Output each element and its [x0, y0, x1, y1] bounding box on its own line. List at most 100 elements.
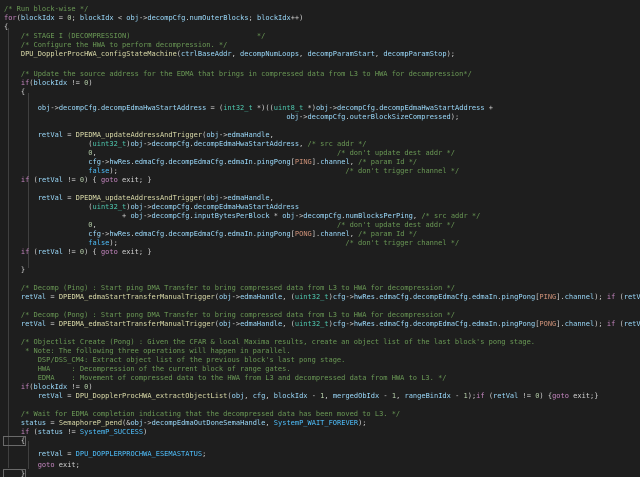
code-token: cfg: [88, 230, 101, 238]
code-token: =: [54, 14, 68, 22]
code-line[interactable]: if (status != SystemP_SUCCESS): [4, 428, 640, 437]
code-line[interactable]: HWA : Decompression of the current block…: [4, 365, 640, 374]
code-token: blockIdx: [33, 79, 68, 87]
code-line[interactable]: [4, 401, 640, 410]
code-token: obj: [315, 104, 329, 112]
code-token: );: [450, 113, 460, 121]
code-token: outerBlockSizeCompressed: [349, 113, 451, 121]
code-line[interactable]: goto exit;: [4, 461, 640, 470]
code-line[interactable]: }: [4, 266, 640, 275]
code-token: decompEdmaOutDoneSemaHandle: [151, 419, 266, 427]
code-token: =: [46, 293, 59, 301]
code-line[interactable]: /* STAGE I (DECOMPRESSION) */: [4, 32, 640, 41]
code-line[interactable]: DPU_DopplerProcHWA_configStateMachine(ct…: [4, 50, 640, 59]
code-token: uint32_t: [294, 293, 329, 301]
code-token: channel: [564, 293, 595, 301]
code-line[interactable]: retVal = DPEDMA_updateAddressAndTrigger(…: [4, 131, 640, 140]
code-line[interactable]: }: [2, 469, 640, 477]
code-token: decompCfg: [151, 212, 190, 220]
code-line[interactable]: {: [2, 436, 640, 446]
code-line[interactable]: [4, 329, 640, 338]
code-line[interactable]: {: [4, 23, 640, 32]
code-token: ->: [345, 293, 354, 301]
code-line[interactable]: if(blockIdx != 0): [4, 79, 640, 88]
code-token: (: [29, 176, 38, 184]
code-line[interactable]: retVal = DPEDMA_edmaStartTransferManualT…: [4, 293, 640, 302]
code-line[interactable]: /* Decomp (Pong) : Start pong DMA Transf…: [4, 311, 640, 320]
code-token: exit; }: [117, 176, 152, 184]
code-line[interactable]: /* Objectlist Create (Pong) : Given the …: [4, 338, 640, 347]
code-line[interactable]: obj->decompCfg.outerBlockSizeCompressed)…: [4, 113, 640, 122]
code-line[interactable]: if(blockIdx != 0): [4, 383, 640, 392]
code-token: retVal: [37, 248, 64, 256]
code-token: ): [88, 383, 93, 391]
code-token: ].: [556, 320, 565, 328]
code-line[interactable]: /* Configure the HWA to perform decompre…: [4, 41, 640, 50]
code-line[interactable]: status = SemaphoreP_pend(&obj->decompEdm…: [4, 419, 640, 428]
code-token: SemaphoreP_pend: [58, 419, 123, 427]
code-line[interactable]: (uint32_t)obj->decompCfg.decompEdmaHwaSt…: [4, 203, 640, 212]
code-token: pingPong: [256, 230, 291, 238]
code-token: ctrlBaseAddr: [181, 50, 232, 58]
code-line[interactable]: {: [4, 88, 640, 97]
code-token: ->: [50, 104, 59, 112]
code-line[interactable]: retVal = DPU_DOPPLERPROCHWA_ESEMASTATUS;: [4, 450, 640, 459]
code-line[interactable]: [4, 122, 640, 131]
code-editor[interactable]: /* Run block-wise */for(blockIdx = 0; bl…: [0, 0, 640, 477]
code-line[interactable]: * Note: The following three operations w…: [4, 347, 640, 356]
code-token: DPEDMA_edmaStartTransferManualTrigger: [58, 320, 215, 328]
code-token: int32_t: [223, 104, 253, 112]
code-line[interactable]: [4, 59, 640, 68]
code-line[interactable]: /* Wait for EDMA completion indicating t…: [4, 410, 640, 419]
code-line[interactable]: /* Run block-wise */: [4, 5, 640, 14]
code-token: HWA : Decompression of the current block…: [4, 365, 291, 373]
code-line[interactable]: retVal = DPEDMA_updateAddressAndTrigger(…: [4, 194, 640, 203]
code-token: +: [4, 212, 131, 220]
code-token: edmaCfg: [379, 320, 409, 328]
code-line[interactable]: for(blockIdx = 0; blockIdx < obj->decomp…: [4, 14, 640, 23]
code-token: =: [63, 392, 76, 400]
code-line[interactable]: 0, /* don't update dest addr */: [4, 221, 640, 230]
code-token: DSP/DSS_CM4: Extract object list of the …: [4, 356, 346, 364]
code-token: obj: [231, 392, 245, 400]
code-line[interactable]: cfg->hwRes.edmaCfg.decompEdmaCfg.edmaIn.…: [4, 230, 640, 239]
code-line[interactable]: /* Update the source address for the EDM…: [4, 70, 640, 79]
code-token: numOuterBlocks: [189, 14, 249, 22]
code-token: decompCfg: [151, 140, 190, 148]
code-line[interactable]: if (retVal != 0) { goto exit; }: [4, 248, 640, 257]
code-line[interactable]: (uint32_t)obj->decompCfg.decompEdmaHwaSt…: [4, 140, 640, 149]
code-token: goto: [552, 392, 569, 400]
code-token: edmaIn: [227, 230, 253, 238]
code-token: obj: [126, 14, 139, 22]
code-line[interactable]: [4, 185, 640, 194]
code-line[interactable]: EDMA : Movement of compressed data to th…: [4, 374, 640, 383]
code-token: obj: [130, 203, 144, 211]
code-token: ,: [269, 194, 274, 202]
code-line[interactable]: [4, 302, 640, 311]
code-token: edmaCfg: [134, 158, 165, 166]
code-line[interactable]: retVal = DPEDMA_edmaStartTransferManualT…: [4, 320, 640, 329]
code-token: PONG: [294, 230, 312, 238]
code-line[interactable]: false); /* don't trigger channel */: [4, 167, 640, 176]
code-token: SystemP_SUCCESS: [79, 428, 144, 436]
code-line[interactable]: retVal = DPU_DopplerProcHWA_extractObjec…: [4, 392, 640, 401]
code-line[interactable]: [4, 257, 640, 266]
code-line[interactable]: if (retVal != 0) { goto exit; }: [4, 176, 640, 185]
code-line[interactable]: /* Decomp (Ping) : Start ping DMA Transf…: [4, 284, 640, 293]
code-line[interactable]: cfg->hwRes.edmaCfg.decompEdmaCfg.edmaIn.…: [4, 158, 640, 167]
code-line[interactable]: obj->decompCfg.decompEdmaHwaStartAddress…: [4, 104, 640, 113]
code-line[interactable]: false); /* don't trigger channel */: [4, 239, 640, 248]
code-token: retVal: [37, 176, 64, 184]
code-token: edmaIn: [471, 293, 498, 301]
code-line[interactable]: [4, 275, 640, 284]
code-line[interactable]: + obj->decompCfg.inputBytesPerBlock * ob…: [4, 212, 640, 221]
code-line[interactable]: DSP/DSS_CM4: Extract object list of the …: [4, 356, 640, 365]
code-token: obj: [218, 293, 232, 301]
code-line[interactable]: 0, /* don't update dest addr */: [4, 149, 640, 158]
code-token: obj: [37, 104, 51, 112]
